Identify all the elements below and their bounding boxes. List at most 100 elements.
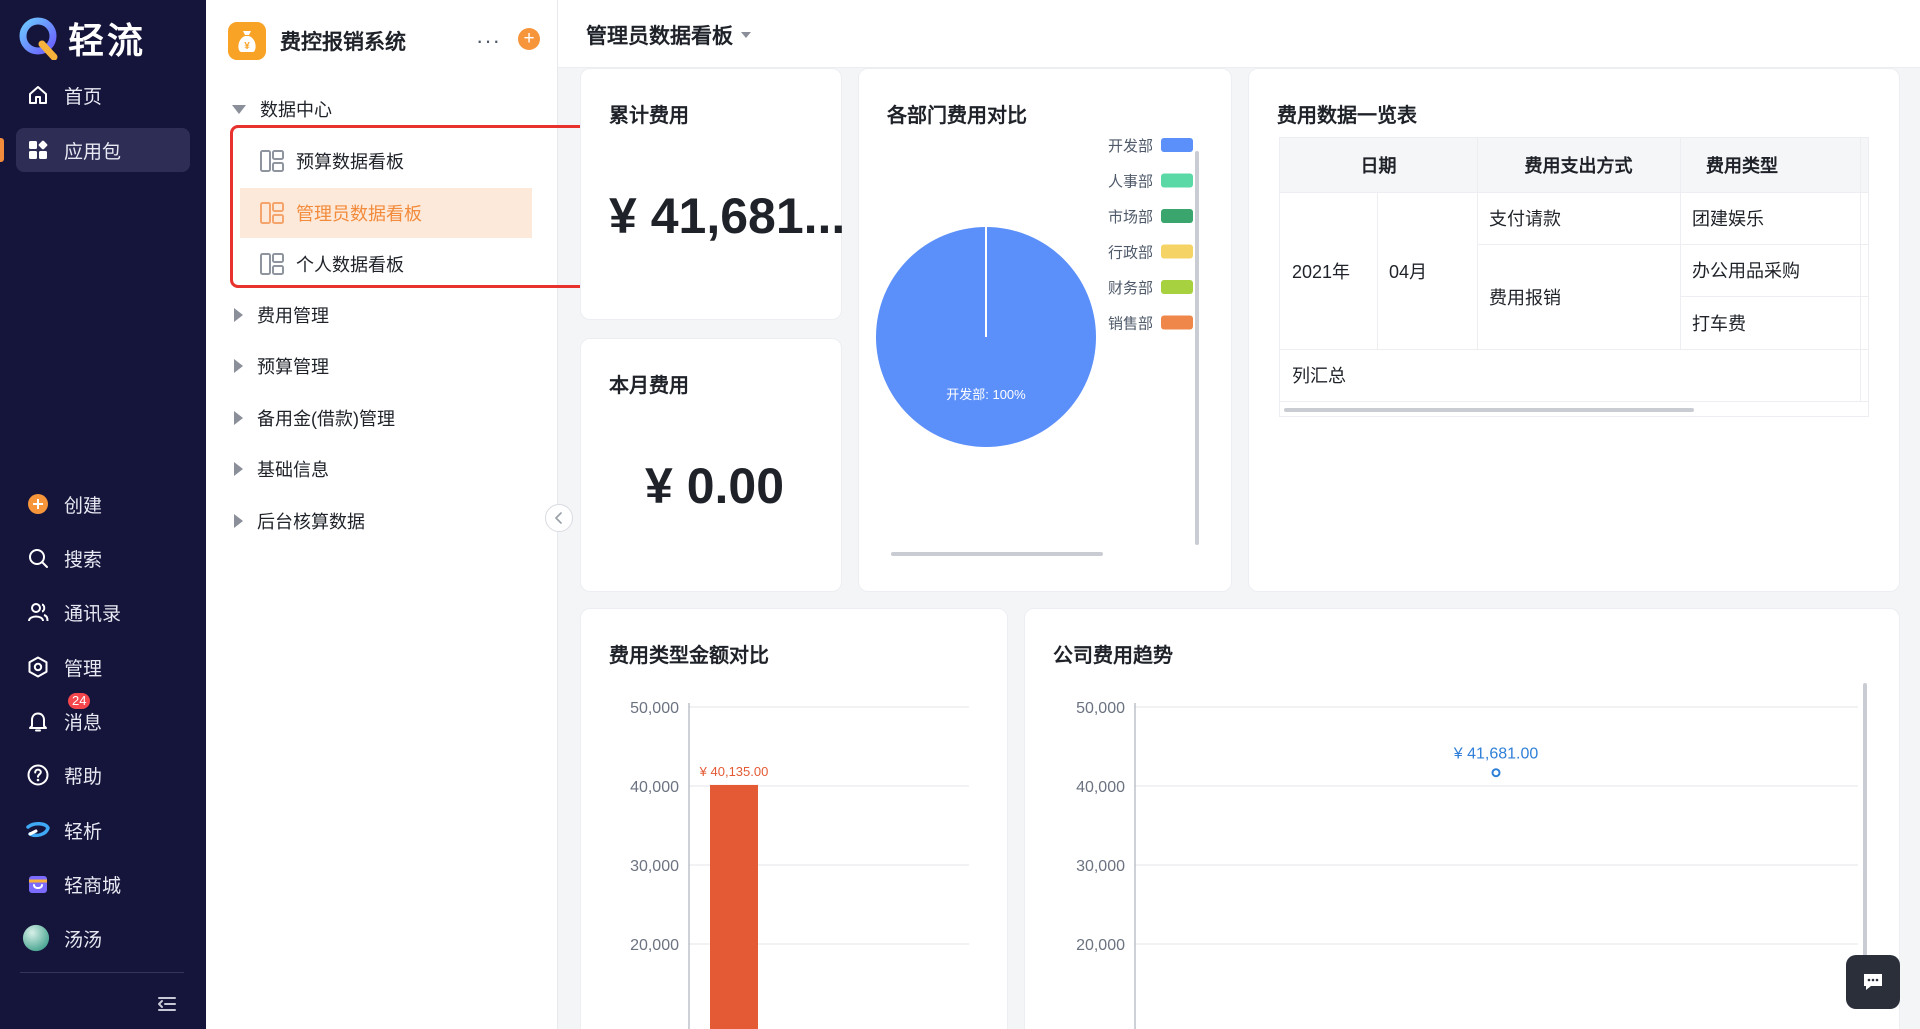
bar-data-label: ¥ 40,135.00 (699, 764, 769, 779)
card-type-compare: 费用类型金额对比 20,000 30,000 40,000 50,000 ¥ 40,13… (580, 608, 1008, 1029)
qingxi-logo-icon (26, 818, 50, 842)
nav-item-create[interactable]: 创建 (16, 482, 190, 526)
line-point (1491, 768, 1501, 778)
more-options-icon[interactable]: ··· (476, 28, 501, 54)
nav-item-user[interactable]: 汤汤 (16, 916, 190, 960)
card-month-expense: 本月费用 ¥ 0.00 (580, 338, 842, 592)
tree-group-label: 备用金(借款)管理 (257, 409, 395, 429)
tree-leaf-budget-dashboard[interactable]: 预算数据看板 (240, 136, 532, 186)
svg-text:¥: ¥ (244, 41, 250, 52)
legend-scrollbar[interactable] (1195, 151, 1199, 545)
apps-icon (26, 138, 50, 162)
avatar (22, 924, 50, 952)
page-header: 管理员数据看板 (558, 0, 1920, 68)
add-icon[interactable]: + (518, 28, 540, 50)
collapse-nav-icon[interactable] (155, 992, 179, 1016)
collapsed-arrow-icon (234, 308, 243, 322)
tree-group-label: 后台核算数据 (257, 512, 365, 532)
legend-label: 人事部 (1108, 174, 1153, 191)
active-indicator (0, 138, 4, 162)
table-footer-summary: 列汇总 (1292, 366, 1346, 386)
page-title[interactable]: 管理员数据看板 (586, 20, 751, 50)
page-title-text: 管理员数据看板 (586, 25, 733, 48)
gear-icon (26, 655, 50, 679)
tree-group-basic-info[interactable]: 基础信息 (230, 454, 329, 484)
y-tick-label: 50,000 (1076, 700, 1125, 717)
nav-item-help[interactable]: 帮助 (16, 753, 190, 797)
contacts-icon (26, 600, 50, 624)
money-bag-icon: ¥ (228, 22, 266, 60)
nav-label: 汤汤 (64, 929, 103, 951)
brand[interactable]: 轻流 (18, 12, 146, 64)
card-title: 本月费用 (609, 375, 689, 397)
card-expense-table: 费用数据一览表 日期 费用支出方式 费用类型 2021年 04月 支付请款 费用… (1248, 68, 1900, 592)
collapsed-arrow-icon (234, 411, 243, 425)
help-icon (26, 763, 50, 787)
dashboard-icon (260, 253, 284, 275)
nav-item-search[interactable]: 搜索 (16, 536, 190, 580)
legend-swatch (1161, 209, 1193, 223)
table-scrollbar[interactable] (1284, 408, 1694, 412)
table-divider (1280, 401, 1868, 402)
table-divider (1680, 138, 1681, 349)
table-divider (1477, 138, 1478, 349)
table-cell-type: 打车费 (1692, 313, 1746, 334)
tree-group-data-center[interactable]: 数据中心 (230, 94, 332, 124)
unread-badge: 24 (68, 693, 91, 709)
tree-group-petty-cash[interactable]: 备用金(借款)管理 (230, 403, 395, 433)
nav-label: 帮助 (64, 766, 103, 788)
tree-group-label: 费用管理 (257, 306, 329, 326)
legend-swatch (1161, 244, 1193, 259)
expand-arrow-icon (232, 104, 246, 114)
line-data-label: ¥ 41,681.00 (1453, 746, 1539, 763)
chevron-left-icon (555, 512, 562, 524)
nav-label: 搜索 (64, 549, 103, 571)
pie-chart: 开发部: 100% 开发部人事部市场部行政部财务部销售部 (876, 138, 1193, 447)
table-divider (1860, 138, 1861, 401)
tree-group-budget[interactable]: 预算管理 (230, 351, 329, 381)
table-cell-year: 2021年 (1292, 261, 1351, 282)
legend-label: 行政部 (1108, 245, 1153, 262)
card-total-expense: 累计费用 ¥ 41,681... (580, 68, 845, 320)
chart-scrollbar[interactable] (1863, 683, 1867, 983)
table-divider (1680, 296, 1868, 297)
chart-scrollbar[interactable] (891, 552, 1103, 556)
table-divider (1377, 192, 1378, 349)
chat-support-button[interactable] (1846, 955, 1900, 1009)
home-icon (26, 83, 50, 107)
nav-item-apps[interactable]: 应用包 (16, 128, 190, 172)
nav-item-qingxi[interactable]: 轻析 (16, 808, 190, 852)
collapse-panel-button[interactable] (545, 504, 573, 532)
plus-circle-icon (26, 492, 50, 516)
nav-item-manage[interactable]: 管理 (16, 645, 190, 689)
y-tick-label: 30,000 (630, 858, 679, 875)
tree-group-label: 数据中心 (260, 100, 332, 120)
app-title: 费控报销系统 (280, 31, 406, 54)
legend-label: 市场部 (1108, 209, 1153, 226)
table-header-date: 日期 (1280, 138, 1477, 192)
nav-item-contacts[interactable]: 通讯录 (16, 590, 190, 634)
tree-leaf-label: 预算数据看板 (296, 152, 404, 172)
legend-label: 销售部 (1108, 316, 1153, 333)
tree-group-accounting[interactable]: 后台核算数据 (230, 506, 365, 536)
table-header-method: 费用支出方式 (1477, 138, 1680, 192)
table-cell-type: 办公用品采购 (1692, 261, 1800, 281)
nav-label: 通讯录 (64, 603, 122, 625)
line-chart: 20,000 30,000 40,000 50,000 ¥ 41,681.00 (1076, 700, 1858, 1029)
nav-item-home[interactable]: 首页 (16, 73, 190, 117)
nav-item-messages[interactable]: 消息 24 (16, 693, 190, 743)
legend-swatch (1161, 173, 1193, 188)
nav-label: 管理 (64, 658, 103, 680)
tree-leaf-admin-dashboard[interactable]: 管理员数据看板 (240, 188, 532, 238)
bar-chart: 20,000 30,000 40,000 50,000 ¥ 40,135.00 (630, 700, 969, 1029)
y-tick-label: 20,000 (630, 937, 679, 954)
app-tree-panel: ¥ 费控报销系统 ··· + 数据中心 预算数据看板 管理员数据看板 个人数据看… (206, 0, 777, 1029)
y-tick-label: 50,000 (630, 700, 679, 717)
table-header-type: 费用类型 (1680, 138, 1868, 192)
dropdown-caret-icon (741, 32, 751, 38)
tree-leaf-personal-dashboard[interactable]: 个人数据看板 (240, 239, 532, 289)
nav-label: 消息 (64, 712, 103, 734)
tree-group-expense[interactable]: 费用管理 (230, 300, 329, 330)
nav-item-store[interactable]: 轻商城 (16, 862, 190, 906)
expense-table: 日期 费用支出方式 费用类型 2021年 04月 支付请款 费用报销 团建娱乐 … (1279, 137, 1869, 417)
